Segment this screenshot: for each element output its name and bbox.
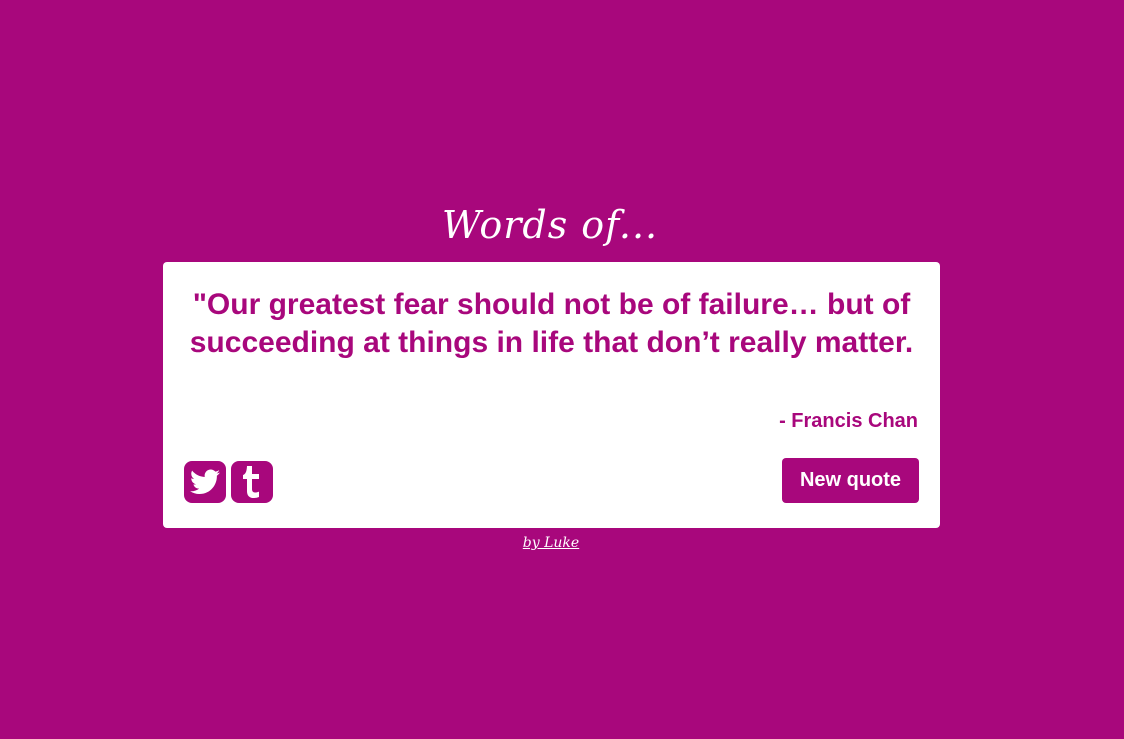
tumblr-button[interactable]: [231, 461, 273, 503]
share-buttons: [184, 461, 273, 503]
tweet-button[interactable]: [184, 461, 226, 503]
quote-text: "Our greatest fear should not be of fail…: [189, 288, 914, 359]
new-quote-button[interactable]: New quote: [782, 458, 919, 503]
tumblr-icon: [241, 466, 263, 498]
author-credit-link[interactable]: by Luke: [523, 535, 579, 551]
page: Words of... "Our greatest fear should no…: [0, 0, 1124, 739]
twitter-icon: [190, 469, 220, 495]
quote-card: "Our greatest fear should not be of fail…: [163, 262, 940, 528]
credit: by Luke: [0, 533, 1102, 553]
site-title: Words of...: [441, 203, 659, 247]
quote-author: - Francis Chan: [779, 410, 918, 432]
